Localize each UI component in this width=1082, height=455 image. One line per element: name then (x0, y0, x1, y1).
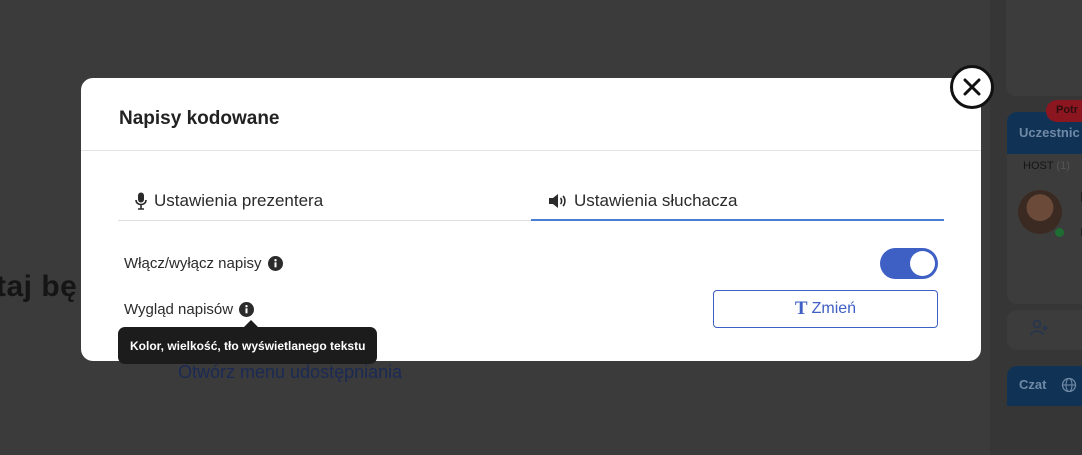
chat-header-label: Czat (1019, 377, 1047, 392)
appearance-tooltip: Kolor, wielkość, tło wyświetlanego tekst… (118, 327, 378, 364)
settings-tabs: Ustawienia prezentera Ustawienia słuchac… (118, 182, 944, 221)
captions-toggle-switch[interactable] (880, 248, 938, 279)
text-format-icon: T (794, 298, 808, 319)
tab-presenter-label: Ustawienia prezentera (154, 191, 324, 210)
add-user-icon (1030, 319, 1048, 336)
tab-listener-settings[interactable]: Ustawienia słuchacza (531, 182, 944, 221)
captions-appearance-label: Wygląd napisów (124, 301, 255, 318)
close-icon (963, 78, 981, 96)
closed-captions-dialog: Napisy kodowane Ustawienia prezentera Us… (81, 78, 981, 361)
toggle-knob (910, 251, 935, 276)
captions-appearance-text: Wygląd napisów (124, 301, 234, 318)
dialog-divider (81, 150, 981, 151)
captions-toggle-text: Włącz/wyłącz napisy (124, 255, 262, 272)
host-text: HOST (1023, 160, 1054, 172)
participants-card: Uczestnic HOST (1) (1007, 112, 1082, 304)
change-button-label: Zmień (811, 300, 857, 317)
captions-toggle-label: Włącz/wyłącz napisy (124, 255, 283, 272)
invite-card (1007, 310, 1082, 350)
tab-presenter-settings[interactable]: Ustawienia prezentera (118, 182, 531, 220)
status-badge: Potr (1046, 100, 1082, 122)
info-icon[interactable] (267, 256, 283, 271)
chat-header: Czat (1007, 366, 1082, 406)
tab-listener-label: Ustawienia słuchacza (574, 190, 738, 210)
panel-divider (990, 0, 1006, 455)
globe-icon (1061, 377, 1077, 393)
online-status-dot (1053, 226, 1066, 239)
host-label: HOST (1) (1023, 160, 1070, 172)
speaker-icon (549, 193, 566, 208)
right-panel-top-card (1006, 0, 1082, 96)
background-heading: taj bę (0, 270, 78, 303)
dialog-title: Napisy kodowane (119, 108, 280, 129)
host-count: (1) (1056, 160, 1070, 172)
change-appearance-button[interactable]: T Zmień (713, 290, 938, 328)
info-icon[interactable] (239, 302, 255, 317)
microphone-icon (135, 192, 147, 210)
share-menu-link: Otwórz menu udostępniania (178, 362, 403, 382)
close-dialog-button[interactable] (950, 65, 994, 109)
